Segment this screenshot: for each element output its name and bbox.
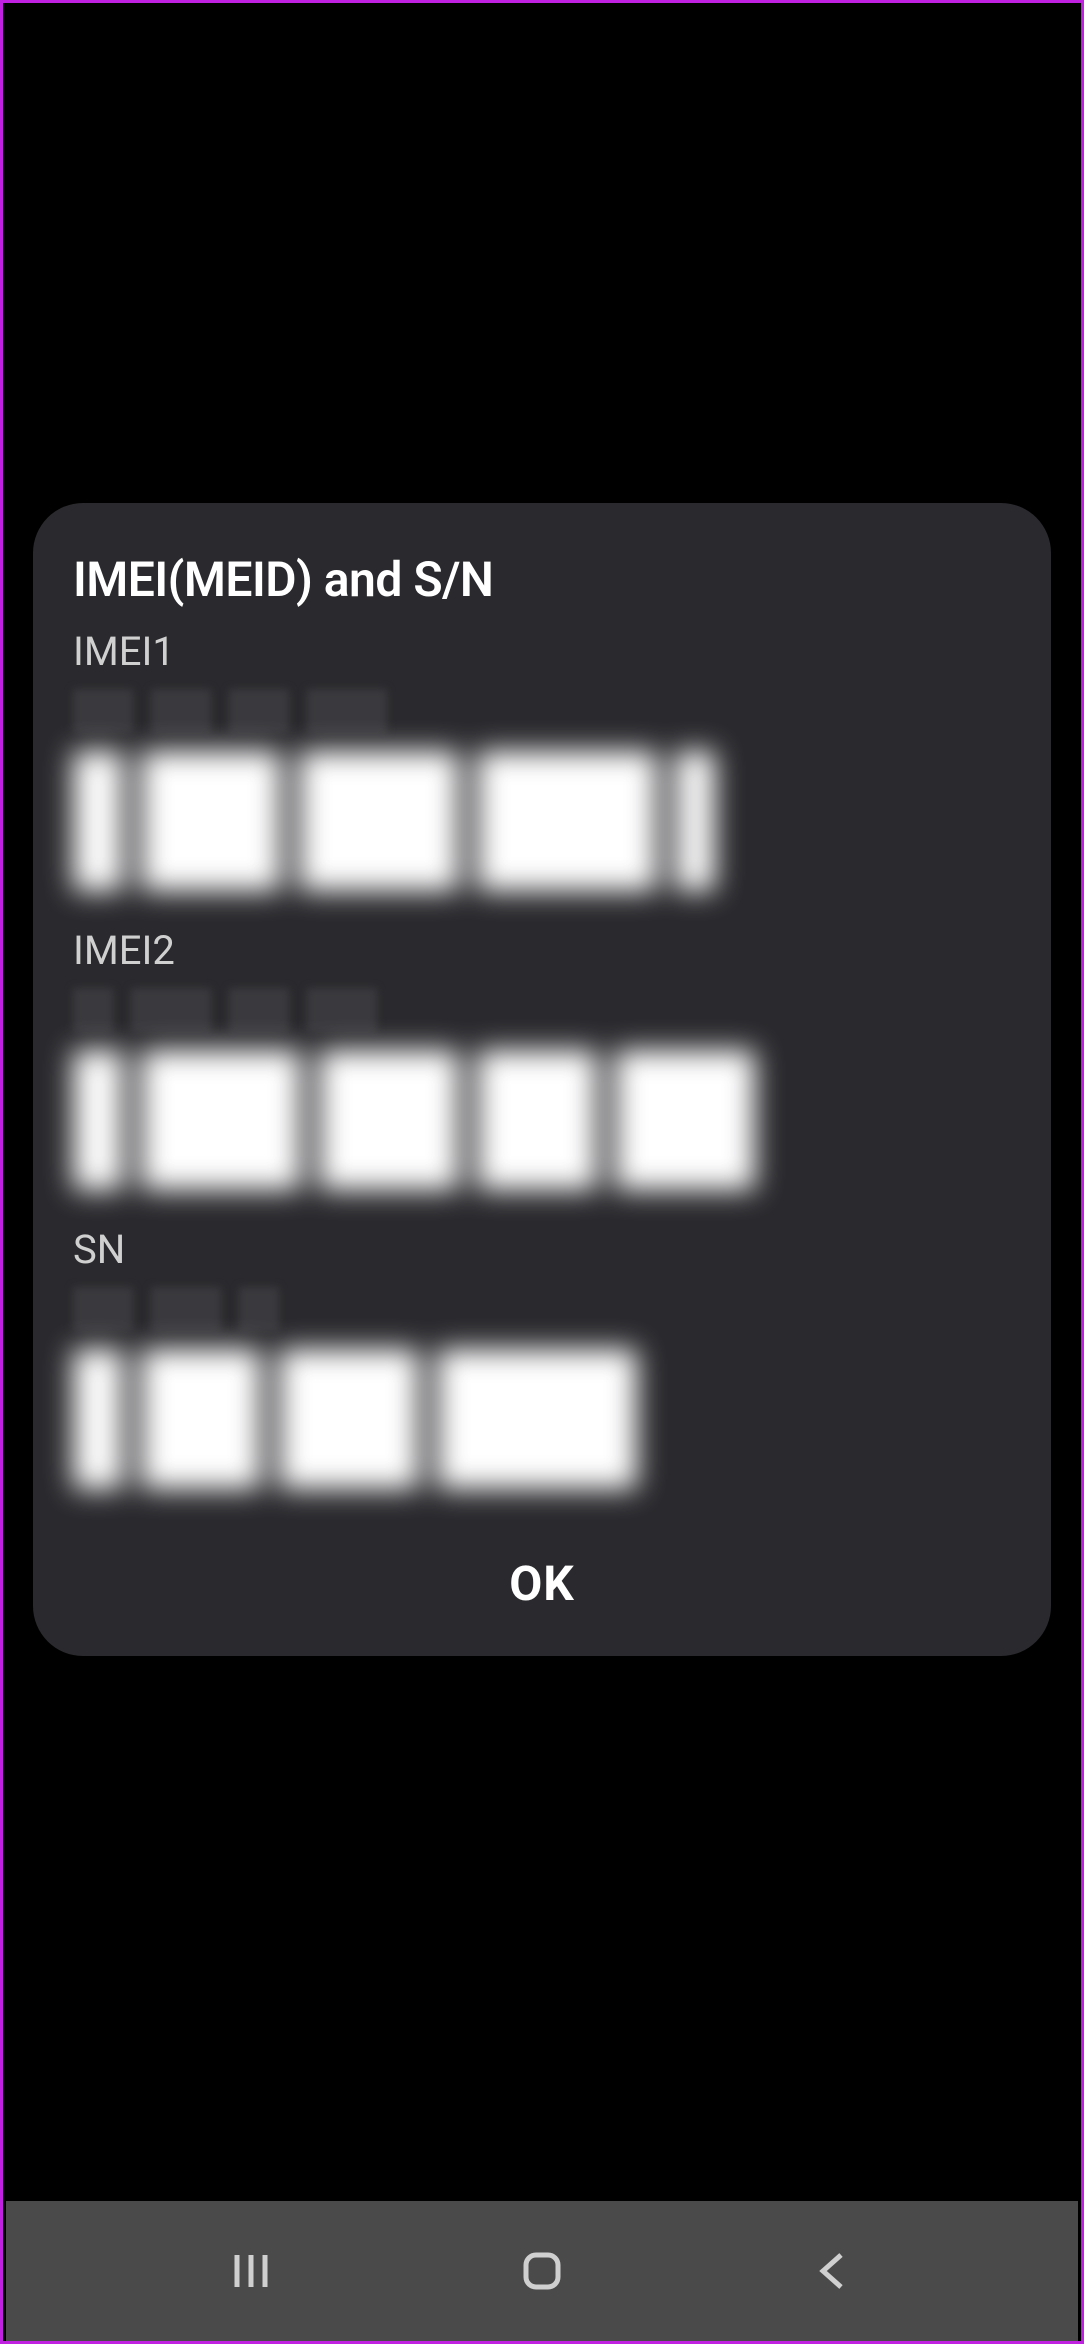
ok-button[interactable]: OK xyxy=(73,1525,1011,1616)
imei2-secondary-redacted xyxy=(73,988,1011,1032)
sn-secondary-redacted xyxy=(73,1287,1011,1331)
navigation-bar xyxy=(6,2201,1078,2341)
sn-barcode-redacted xyxy=(73,1349,1011,1489)
home-button[interactable] xyxy=(512,2241,572,2301)
imei1-secondary-redacted xyxy=(73,689,1011,733)
back-icon xyxy=(809,2247,857,2295)
imei1-barcode-redacted xyxy=(73,751,1011,891)
imei2-label: IMEI2 xyxy=(73,927,1011,974)
dialog-title: IMEI(MEID) and S/N xyxy=(73,551,1011,608)
imei-dialog: IMEI(MEID) and S/N IMEI1 IMEI2 SN xyxy=(33,503,1051,1656)
sn-label: SN xyxy=(73,1226,1011,1273)
recents-button[interactable] xyxy=(221,2241,281,2301)
imei2-barcode-redacted xyxy=(73,1050,1011,1190)
back-button[interactable] xyxy=(803,2241,863,2301)
home-icon xyxy=(518,2247,566,2295)
imei1-label: IMEI1 xyxy=(73,628,1011,675)
recents-icon xyxy=(227,2247,275,2295)
